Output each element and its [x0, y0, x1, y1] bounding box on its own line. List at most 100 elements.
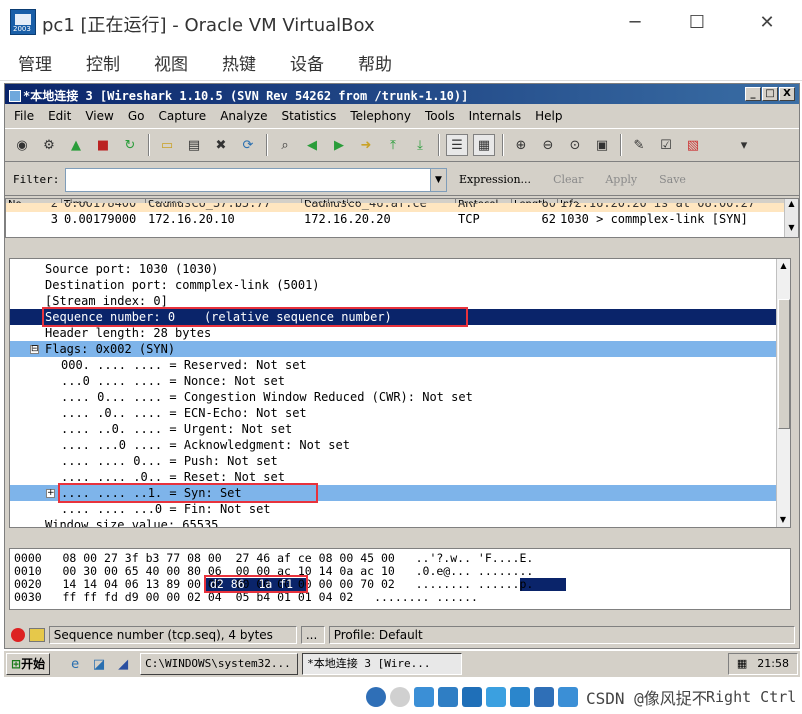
quicklaunch-wireshark-icon[interactable]: ◢	[112, 653, 134, 675]
auto-scroll-icon[interactable]: ▦	[473, 134, 495, 156]
close-button[interactable]: ✕	[752, 8, 782, 36]
packet-row[interactable]: 2 0.00178400 CadmusCo_37.b5:77 CadmusCo_…	[6, 203, 786, 212]
flag-ecn-echo[interactable]: .... .0.. .... = ECN-Echo: Not set	[10, 405, 776, 421]
first-packet-icon[interactable]: ⤒	[382, 134, 404, 156]
recording-icon[interactable]	[534, 686, 554, 707]
menu-go[interactable]: Go	[121, 109, 152, 123]
audio-icon[interactable]	[414, 686, 434, 707]
menu-hotkeys[interactable]: 热键	[222, 50, 256, 75]
packet-row-selected[interactable]: 3 0.00179000 172.16.20.10 172.16.20.20 T…	[6, 212, 786, 227]
filter-dropdown-icon[interactable]: ▼	[430, 168, 446, 191]
display-filters-icon[interactable]: ☑	[655, 134, 677, 156]
flag-nonce[interactable]: ...0 .... .... = Nonce: Not set	[10, 373, 776, 389]
status-profile[interactable]: Profile: Default	[328, 626, 796, 644]
syn-expand-toggle[interactable]: +	[46, 489, 55, 498]
flag-cwr[interactable]: .... 0... .... = Congestion Window Reduc…	[10, 389, 776, 405]
apply-button[interactable]: Apply	[605, 173, 637, 186]
scroll-up-icon[interactable]: ▲	[778, 259, 790, 273]
usb-icon[interactable]	[462, 686, 482, 707]
network-adapter-icon[interactable]	[438, 686, 458, 707]
ws-maximize-button[interactable]: □	[762, 87, 778, 101]
menu-view[interactable]: 视图	[154, 50, 188, 75]
display-filter-input[interactable]: ▼	[65, 167, 447, 192]
menu-edit[interactable]: Edit	[41, 109, 78, 123]
shared-folders-icon[interactable]	[486, 686, 506, 707]
detail-flags[interactable]: Flags: 0x002 (SYN)	[10, 341, 776, 357]
menu-telephony[interactable]: Telephony	[343, 109, 418, 123]
ie-icon[interactable]: e	[64, 653, 86, 675]
packet-list[interactable]: No. Time Source Destination Protocol Len…	[5, 198, 799, 238]
expression-button[interactable]: Expression...	[459, 173, 531, 186]
expert-info-icon[interactable]	[11, 628, 25, 642]
start-capture-icon[interactable]: ▲	[65, 134, 87, 156]
go-back-icon[interactable]: ◀	[301, 134, 323, 156]
cpu-icon[interactable]	[558, 686, 578, 707]
packet-details[interactable]: Source port: 1030 (1030) Destination por…	[9, 258, 791, 528]
optical-drive-icon[interactable]	[366, 686, 386, 707]
flag-urgent[interactable]: .... ..0. .... = Urgent: Not set	[10, 421, 776, 437]
display-icon[interactable]	[510, 686, 530, 707]
menu-control[interactable]: 控制	[86, 50, 120, 75]
menu-internals[interactable]: Internals	[462, 109, 529, 123]
capture-comment-icon[interactable]	[28, 628, 45, 642]
flag-reserved[interactable]: 000. .... .... = Reserved: Not set	[10, 357, 776, 373]
menu-help[interactable]: Help	[528, 109, 569, 123]
menu-tools[interactable]: Tools	[418, 109, 462, 123]
scroll-down-icon[interactable]: ▼	[777, 513, 789, 527]
colorize-icon[interactable]: ☰	[446, 134, 468, 156]
find-packet-icon[interactable]: ⌕	[274, 134, 296, 156]
save-file-icon[interactable]: ▤	[183, 134, 205, 156]
flag-push[interactable]: .... .... 0... = Push: Not set	[10, 453, 776, 469]
menu-help[interactable]: 帮助	[358, 50, 392, 75]
normal-size-icon[interactable]: ⊙	[564, 134, 586, 156]
interfaces-icon[interactable]: ◉	[11, 134, 33, 156]
coloring-rules-icon[interactable]: ▧	[682, 134, 704, 156]
detail-header-length[interactable]: Header length: 28 bytes	[10, 325, 776, 341]
capture-filters-icon[interactable]: ✎	[628, 134, 650, 156]
detail-destination-port[interactable]: Destination port: commplex-link (5001)	[10, 277, 776, 293]
zoom-in-icon[interactable]: ⊕	[510, 134, 532, 156]
scroll-thumb[interactable]	[778, 299, 790, 429]
scroll-down-icon[interactable]: ▼	[786, 223, 798, 235]
ws-minimize-button[interactable]: _	[745, 87, 761, 101]
task-cmd[interactable]: C:\WINDOWS\system32...	[140, 653, 299, 675]
flags-collapse-toggle[interactable]: ⊟	[30, 345, 39, 354]
menu-view[interactable]: View	[78, 109, 120, 123]
detail-source-port[interactable]: Source port: 1030 (1030)	[10, 261, 776, 277]
packet-bytes[interactable]: 0000 08 00 27 3f b3 77 08 00 27 46 af ce…	[9, 548, 791, 610]
menu-statistics[interactable]: Statistics	[274, 109, 343, 123]
restart-capture-icon[interactable]: ↻	[119, 134, 141, 156]
close-file-icon[interactable]: ✖	[210, 134, 232, 156]
clear-button[interactable]: Clear	[553, 173, 583, 186]
resize-columns-icon[interactable]: ▣	[591, 134, 613, 156]
save-filter-button[interactable]: Save	[659, 173, 686, 186]
last-packet-icon[interactable]: ⤓	[409, 134, 431, 156]
menu-devices[interactable]: 设备	[290, 50, 324, 75]
flag-acknowledgment[interactable]: .... ...0 .... = Acknowledgment: Not set	[10, 437, 776, 453]
menu-capture[interactable]: Capture	[151, 109, 213, 123]
menu-manage[interactable]: 管理	[18, 50, 52, 75]
floppy-icon[interactable]	[390, 686, 410, 707]
zoom-out-icon[interactable]: ⊖	[537, 134, 559, 156]
options-icon[interactable]: ⚙	[38, 134, 60, 156]
show-desktop-icon[interactable]: ◪	[88, 653, 110, 675]
go-forward-icon[interactable]: ▶	[328, 134, 350, 156]
start-button[interactable]: ⊞开始	[6, 653, 51, 675]
detail-window-size[interactable]: Window size value: 65535	[10, 517, 776, 527]
go-to-packet-icon[interactable]: ➜	[355, 134, 377, 156]
ws-close-button[interactable]: X	[779, 87, 795, 101]
reload-icon[interactable]: ⟳	[237, 134, 259, 156]
minimize-button[interactable]: ─	[620, 8, 650, 36]
menu-analyze[interactable]: Analyze	[213, 109, 274, 123]
open-file-icon[interactable]: ▭	[156, 134, 178, 156]
scroll-up-icon[interactable]: ▲	[786, 199, 798, 211]
maximize-button[interactable]: ☐	[682, 8, 712, 36]
packet-list-scrollbar[interactable]: ▲ ▼	[784, 199, 798, 237]
details-scrollbar[interactable]: ▲ ▼	[776, 259, 790, 527]
stop-capture-icon[interactable]: ■	[92, 134, 114, 156]
task-wireshark[interactable]: *本地连接 3 [Wire...	[302, 653, 463, 675]
flag-fin[interactable]: .... .... ...0 = Fin: Not set	[10, 501, 776, 517]
menu-file[interactable]: File	[5, 109, 41, 123]
network-icon[interactable]: ▦	[737, 657, 747, 670]
toolbar-overflow-icon[interactable]: ▾	[733, 134, 755, 156]
